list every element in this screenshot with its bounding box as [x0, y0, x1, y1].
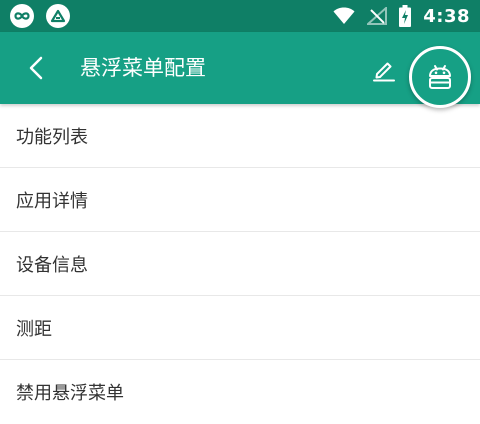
menu-item-function-list[interactable]: 功能列表 — [0, 104, 480, 168]
edit-button[interactable] — [366, 52, 402, 88]
triangle-notification-icon — [46, 4, 70, 28]
menu-list: 功能列表 应用详情 设备信息 测距 禁用悬浮菜单 — [0, 104, 480, 424]
menu-item-app-details[interactable]: 应用详情 — [0, 168, 480, 232]
status-bar: 4:38 — [0, 0, 480, 32]
battery-charging-icon — [399, 5, 412, 27]
menu-item-measure-distance[interactable]: 测距 — [0, 296, 480, 360]
no-signal-icon — [367, 7, 388, 25]
infinity-notification-icon — [10, 4, 34, 28]
notification-icons — [10, 4, 70, 28]
back-arrow-icon — [29, 56, 43, 80]
floating-menu-button[interactable] — [409, 46, 471, 108]
status-time: 4:38 — [423, 5, 470, 27]
menu-item-device-info[interactable]: 设备信息 — [0, 232, 480, 296]
android-robot-icon — [429, 65, 451, 89]
back-button[interactable] — [12, 44, 60, 92]
menu-item-disable-floating-menu[interactable]: 禁用悬浮菜单 — [0, 360, 480, 424]
pencil-icon — [373, 62, 395, 82]
app-bar: 悬浮菜单配置 — [0, 32, 480, 104]
page-title: 悬浮菜单配置 — [80, 56, 206, 80]
wifi-icon — [333, 7, 355, 24]
